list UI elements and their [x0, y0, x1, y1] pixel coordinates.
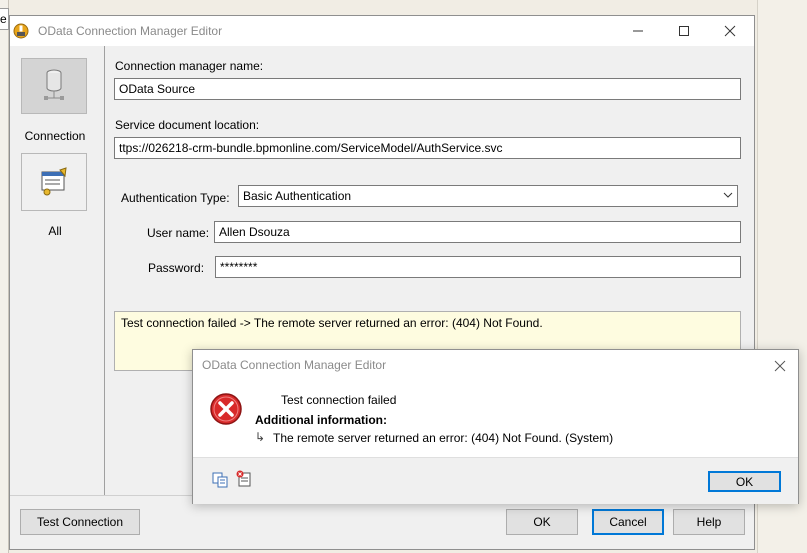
show-details-button[interactable] — [235, 470, 253, 488]
properties-icon — [41, 167, 67, 196]
test-connection-button[interactable]: Test Connection — [20, 509, 140, 535]
database-icon — [44, 69, 64, 100]
service-location-label: Service document location: — [115, 118, 260, 132]
copy-icon — [212, 472, 228, 488]
user-name-input[interactable]: Allen Dsouza — [214, 221, 741, 243]
service-location-input[interactable]: ttps://026218-crm-bundle.bpmonline.com/S… — [114, 137, 741, 159]
minimize-button[interactable] — [615, 16, 661, 46]
close-icon — [724, 25, 736, 37]
dialog-main-text: Test connection failed — [281, 393, 397, 407]
test-result-text: Test connection failed -> The remote ser… — [121, 316, 543, 330]
sidebar-item-connection[interactable] — [21, 58, 87, 114]
background-tab[interactable]: e — [0, 8, 9, 30]
dialog-close-button[interactable] — [768, 354, 792, 378]
ssis-app-icon — [13, 23, 29, 39]
dialog-detail-text: The remote server returned an error: (40… — [273, 431, 614, 445]
sidebar-item-all-label: All — [48, 224, 62, 238]
connection-name-label: Connection manager name: — [115, 59, 264, 73]
sidebar-item-connection-label: Connection — [24, 129, 86, 143]
auth-type-value: Basic Authentication — [243, 189, 352, 203]
background-window-edge — [0, 0, 9, 553]
sidebar-item-all[interactable] — [21, 153, 87, 211]
ok-button[interactable]: OK — [506, 509, 578, 535]
copy-message-button[interactable] — [211, 471, 229, 489]
minimize-icon — [633, 30, 643, 32]
error-dialog: OData Connection Manager Editor Test con… — [192, 349, 799, 504]
cancel-button[interactable]: Cancel — [592, 509, 664, 535]
dialog-ok-button[interactable]: OK — [708, 471, 781, 492]
dialog-body: Test connection failed Additional inform… — [193, 380, 798, 457]
dialog-footer: OK — [193, 457, 798, 504]
chevron-down-icon — [723, 192, 733, 198]
technical-details-icon — [236, 470, 251, 487]
title-bar: OData Connection Manager Editor — [10, 16, 754, 46]
password-input[interactable]: ******** — [215, 256, 741, 278]
tree-connector-icon: ↳ — [255, 430, 266, 444]
error-icon — [210, 393, 242, 425]
maximize-button[interactable] — [661, 16, 707, 46]
additional-info-label: Additional information: — [255, 413, 387, 427]
close-icon — [774, 360, 786, 372]
sidebar: Connection All — [10, 46, 105, 495]
connection-name-input[interactable]: OData Source — [114, 78, 741, 100]
auth-type-label: Authentication Type: — [121, 191, 230, 205]
close-button[interactable] — [707, 16, 753, 46]
user-name-label: User name: — [147, 226, 210, 240]
maximize-icon — [679, 26, 689, 36]
dialog-title: OData Connection Manager Editor — [202, 358, 387, 372]
password-label: Password: — [148, 261, 205, 275]
help-button[interactable]: Help — [673, 509, 745, 535]
auth-type-select[interactable]: Basic Authentication — [238, 185, 738, 207]
window-title: OData Connection Manager Editor — [38, 24, 223, 38]
